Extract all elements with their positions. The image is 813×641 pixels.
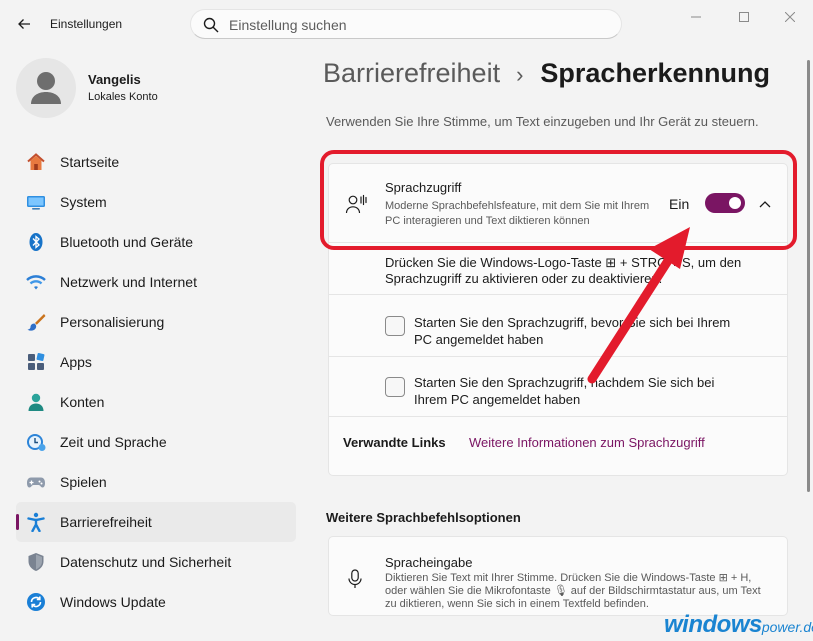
- scrollbar[interactable]: [807, 60, 810, 492]
- time-language-icon: [27, 434, 46, 451]
- option-label-before-signin: Starten Sie den Sprachzugriff, bevor Sie…: [414, 315, 731, 347]
- profile-name: Vangelis: [88, 72, 141, 87]
- sidebar-nav: Startseite System Bluetooth und Geräte N…: [16, 142, 296, 622]
- close-button[interactable]: [775, 8, 805, 26]
- voice-access-icon: [345, 194, 367, 214]
- bluetooth-icon: [29, 233, 43, 251]
- voice-access-title: Sprachzugriff: [385, 180, 462, 195]
- wifi-icon: [26, 275, 46, 290]
- voice-access-expanded-panel: Drücken Sie die Windows-Logo-Taste ⊞ + S…: [328, 242, 788, 476]
- sidebar-item-startseite[interactable]: Startseite: [16, 142, 296, 182]
- shortcut-info-text: Drücken Sie die Windows-Logo-Taste ⊞ + S…: [385, 255, 742, 286]
- voice-access-description: Moderne Sprachbefehlsfeature, mit dem Si…: [385, 200, 650, 227]
- accessibility-icon: [27, 512, 45, 532]
- option-row-before-signin[interactable]: Starten Sie den Sprachzugriff, bevor Sie…: [329, 294, 787, 356]
- sidebar-item-datenschutz[interactable]: Datenschutz und Sicherheit: [16, 542, 296, 582]
- option-row-after-signin[interactable]: Starten Sie den Sprachzugriff, nachdem S…: [329, 356, 787, 416]
- avatar: [16, 58, 76, 118]
- sidebar-item-netzwerk[interactable]: Netzwerk und Internet: [16, 262, 296, 302]
- toggle-state-label: Ein: [669, 196, 690, 212]
- section-title-more-options: Weitere Sprachbefehlsoptionen: [326, 510, 521, 525]
- related-links-label: Verwandte Links: [343, 435, 446, 450]
- system-icon: [27, 196, 45, 210]
- sidebar-item-personalisierung[interactable]: Personalisierung: [16, 302, 296, 342]
- search-icon: [203, 17, 219, 33]
- title-bar: Einstellungen: [0, 0, 813, 48]
- option-label-after-signin: Starten Sie den Sprachzugriff, nachdem S…: [414, 375, 715, 407]
- account-type: Lokales Konto: [88, 91, 158, 103]
- watermark-sub: power.de: [761, 619, 813, 635]
- brush-icon: [27, 314, 46, 331]
- sidebar-item-zeit-sprache[interactable]: Zeit und Sprache: [16, 422, 296, 462]
- close-icon: [785, 12, 795, 22]
- arrow-left-icon: [18, 19, 30, 29]
- shortcut-info-row: Drücken Sie die Windows-Logo-Taste ⊞ + S…: [329, 243, 787, 294]
- app-title: Einstellungen: [50, 17, 123, 31]
- sidebar-item-bluetooth[interactable]: Bluetooth und Geräte: [16, 222, 296, 262]
- microphone-icon: [348, 569, 362, 588]
- voice-typing-card[interactable]: Spracheingabe Diktieren Sie Text mit Ihr…: [328, 536, 788, 616]
- watermark-main: windows: [664, 611, 762, 638]
- watermark-logo: windowspower.de: [664, 611, 813, 639]
- search-box[interactable]: [190, 9, 622, 39]
- gamepad-icon: [27, 477, 45, 488]
- voice-access-info-link[interactable]: Weitere Informationen zum Sprachzugriff: [469, 435, 705, 450]
- apps-icon: [28, 353, 45, 370]
- chevron-up-icon: [759, 201, 771, 208]
- sidebar-item-windows-update[interactable]: Windows Update: [16, 582, 296, 622]
- sidebar-item-apps[interactable]: Apps: [16, 342, 296, 382]
- page-title: Spracherkennung: [540, 58, 770, 88]
- maximize-icon: [739, 12, 749, 22]
- back-button[interactable]: [12, 12, 36, 36]
- page-description: Verwenden Sie Ihre Stimme, um Text einzu…: [326, 114, 759, 129]
- checkbox-start-before-signin[interactable]: [385, 316, 405, 336]
- breadcrumb-parent-link[interactable]: Barrierefreiheit: [323, 58, 500, 89]
- related-links-row: Verwandte Links Weitere Informationen zu…: [329, 416, 787, 475]
- toggle-knob: [729, 197, 741, 209]
- breadcrumb: Barrierefreiheit › Spracherkennung: [323, 58, 770, 89]
- voice-access-toggle[interactable]: [705, 193, 745, 213]
- voice-typing-description: Diktieren Sie Text mit Ihrer Stimme. Drü…: [385, 572, 761, 610]
- breadcrumb-separator: ›: [516, 62, 524, 87]
- sidebar-item-system[interactable]: System: [16, 182, 296, 222]
- sidebar-item-barrierefreiheit[interactable]: Barrierefreiheit: [16, 502, 296, 542]
- sidebar-item-spielen[interactable]: Spielen: [16, 462, 296, 502]
- maximize-button[interactable]: [729, 8, 759, 26]
- search-input[interactable]: [229, 15, 599, 35]
- shield-icon: [28, 553, 44, 571]
- minimize-icon: [691, 16, 701, 18]
- user-silhouette-icon: [31, 72, 61, 104]
- account-icon: [28, 393, 44, 411]
- collapse-button[interactable]: [754, 194, 776, 214]
- update-icon: [27, 593, 45, 611]
- voice-access-card[interactable]: Sprachzugriff Moderne Sprachbefehlsfeatu…: [328, 163, 788, 243]
- sidebar-item-konten[interactable]: Konten: [16, 382, 296, 422]
- minimize-button[interactable]: [681, 8, 711, 26]
- voice-typing-title: Spracheingabe: [385, 555, 473, 570]
- home-icon: [27, 153, 45, 170]
- checkbox-start-after-signin[interactable]: [385, 377, 405, 397]
